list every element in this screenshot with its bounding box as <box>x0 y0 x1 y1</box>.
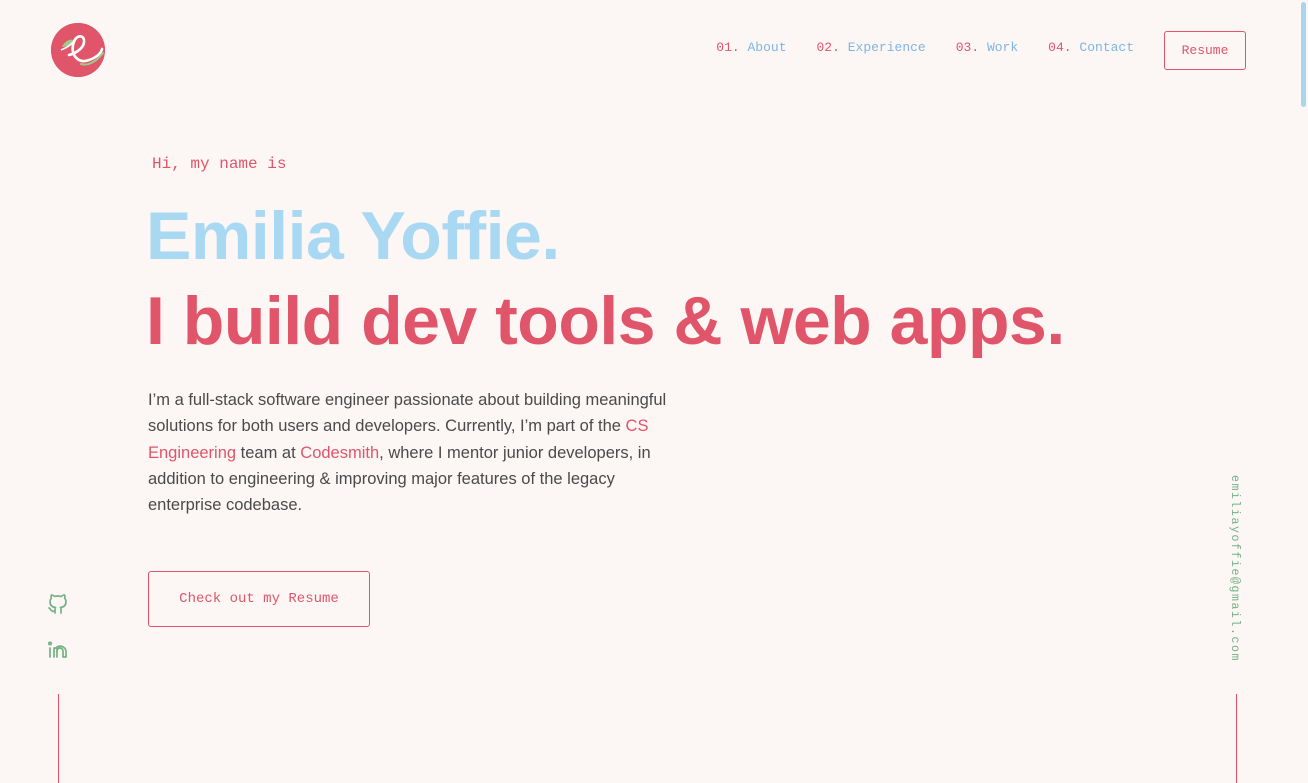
intro-text: I’m a full-stack software engineer passi… <box>148 391 667 436</box>
nav-item-experience[interactable]: 02. Experience <box>817 40 926 55</box>
nav-label: Contact <box>1079 40 1134 55</box>
portfolio-page: 01. About 02. Experience 03. Work 04. Co… <box>0 0 1308 783</box>
github-icon[interactable] <box>46 592 70 616</box>
nav-label: Experience <box>847 40 926 55</box>
nav-item-work[interactable]: 03. Work <box>956 40 1018 55</box>
greeting-text: Hi, my name is <box>152 155 287 173</box>
left-rail-line <box>58 694 59 783</box>
right-rail-line <box>1236 694 1237 783</box>
email-link[interactable]: emiliayoffie@gmail.com <box>1228 475 1241 662</box>
nav-number: 02. <box>816 40 840 55</box>
apple-e-logo-icon <box>51 23 105 77</box>
check-resume-button[interactable]: Check out my Resume <box>148 571 370 627</box>
nav-item-about[interactable]: 01. About <box>716 40 786 55</box>
codesmith-link[interactable]: Codesmith <box>300 444 379 462</box>
hero-name: Emilia Yoffie. <box>146 198 560 274</box>
nav-label: About <box>747 40 787 55</box>
logo[interactable] <box>51 23 105 77</box>
nav-number: 01. <box>716 40 740 55</box>
hero-tagline: I build dev tools & web apps. <box>146 283 1065 359</box>
nav-item-contact[interactable]: 04. Contact <box>1048 40 1134 55</box>
main-nav: 01. About 02. Experience 03. Work 04. Co… <box>716 40 1134 55</box>
nav-label: Work <box>986 40 1019 55</box>
scrollbar-thumb[interactable] <box>1301 2 1306 107</box>
nav-number: 03. <box>955 40 980 55</box>
resume-button[interactable]: Resume <box>1164 31 1246 70</box>
intro-text: team at <box>236 443 301 462</box>
nav-number: 04. <box>1048 40 1072 55</box>
intro-paragraph: I’m a full-stack software engineer passi… <box>148 387 688 518</box>
linkedin-icon[interactable] <box>46 638 70 662</box>
